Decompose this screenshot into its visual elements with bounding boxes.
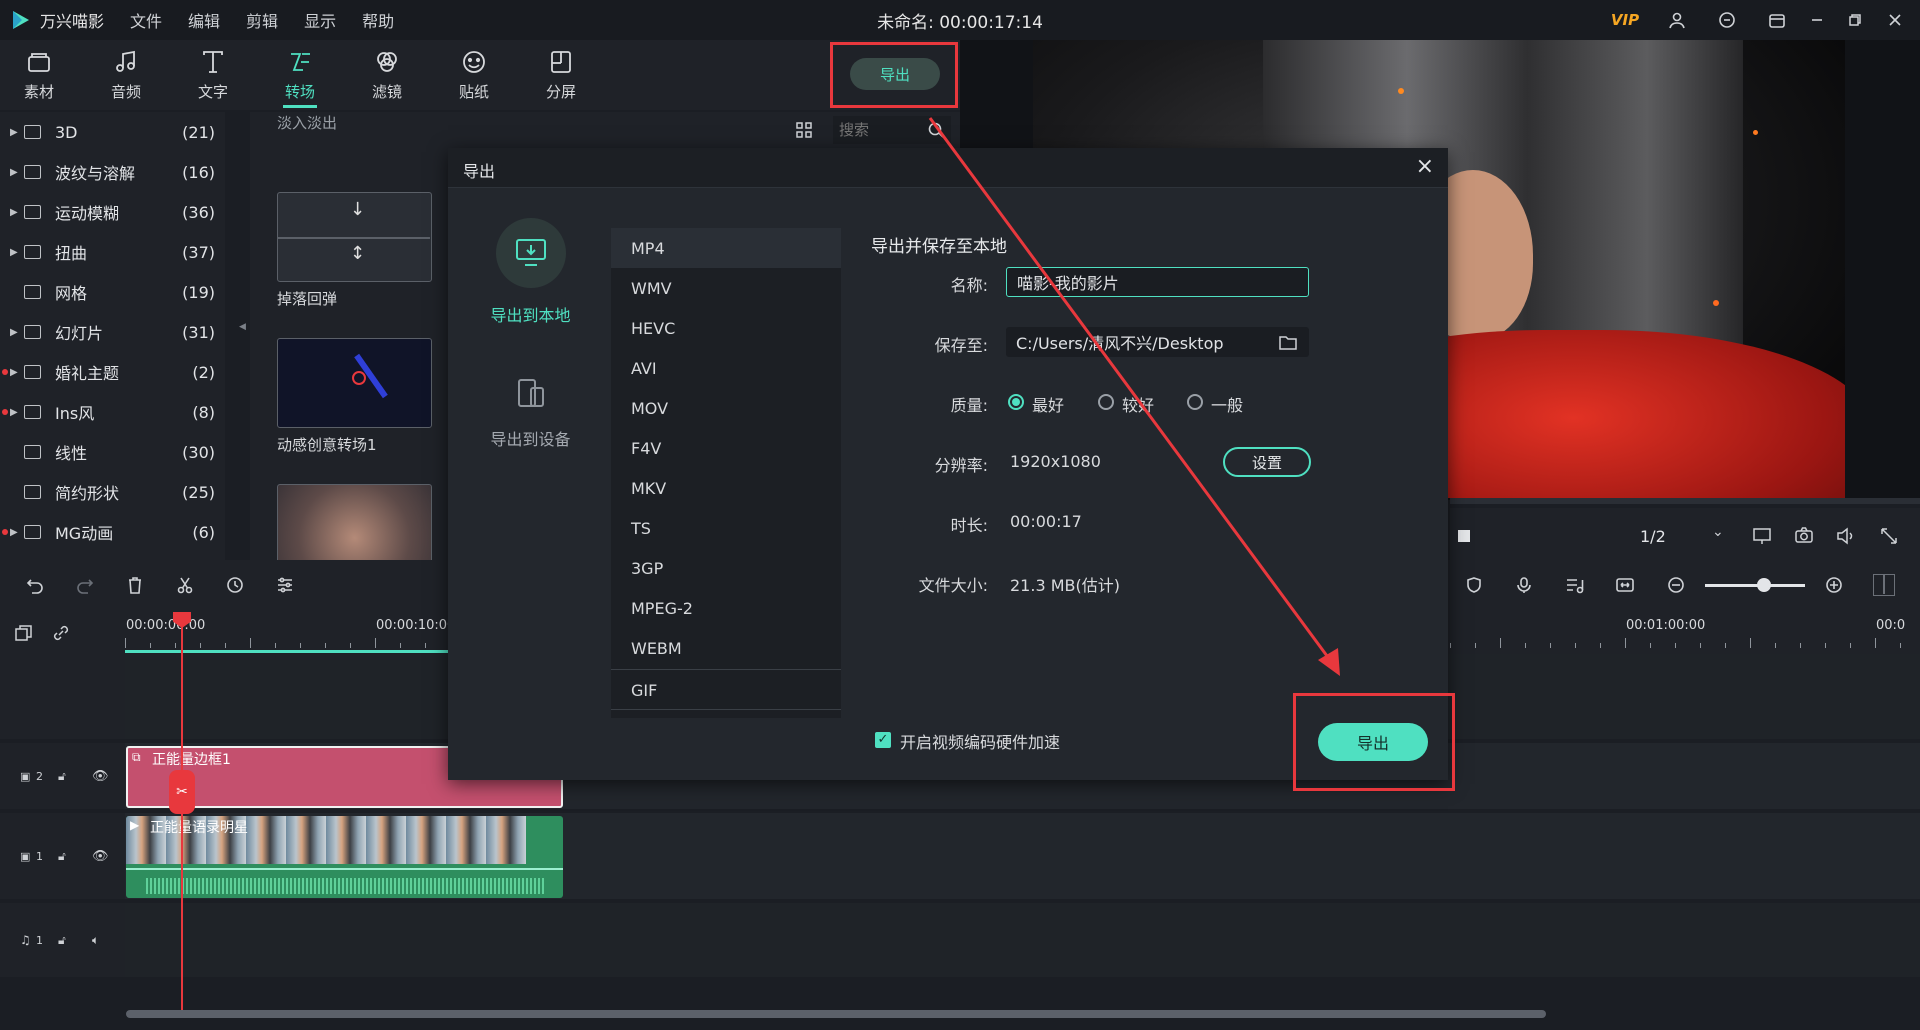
annotation-arrow (928, 117, 1340, 676)
